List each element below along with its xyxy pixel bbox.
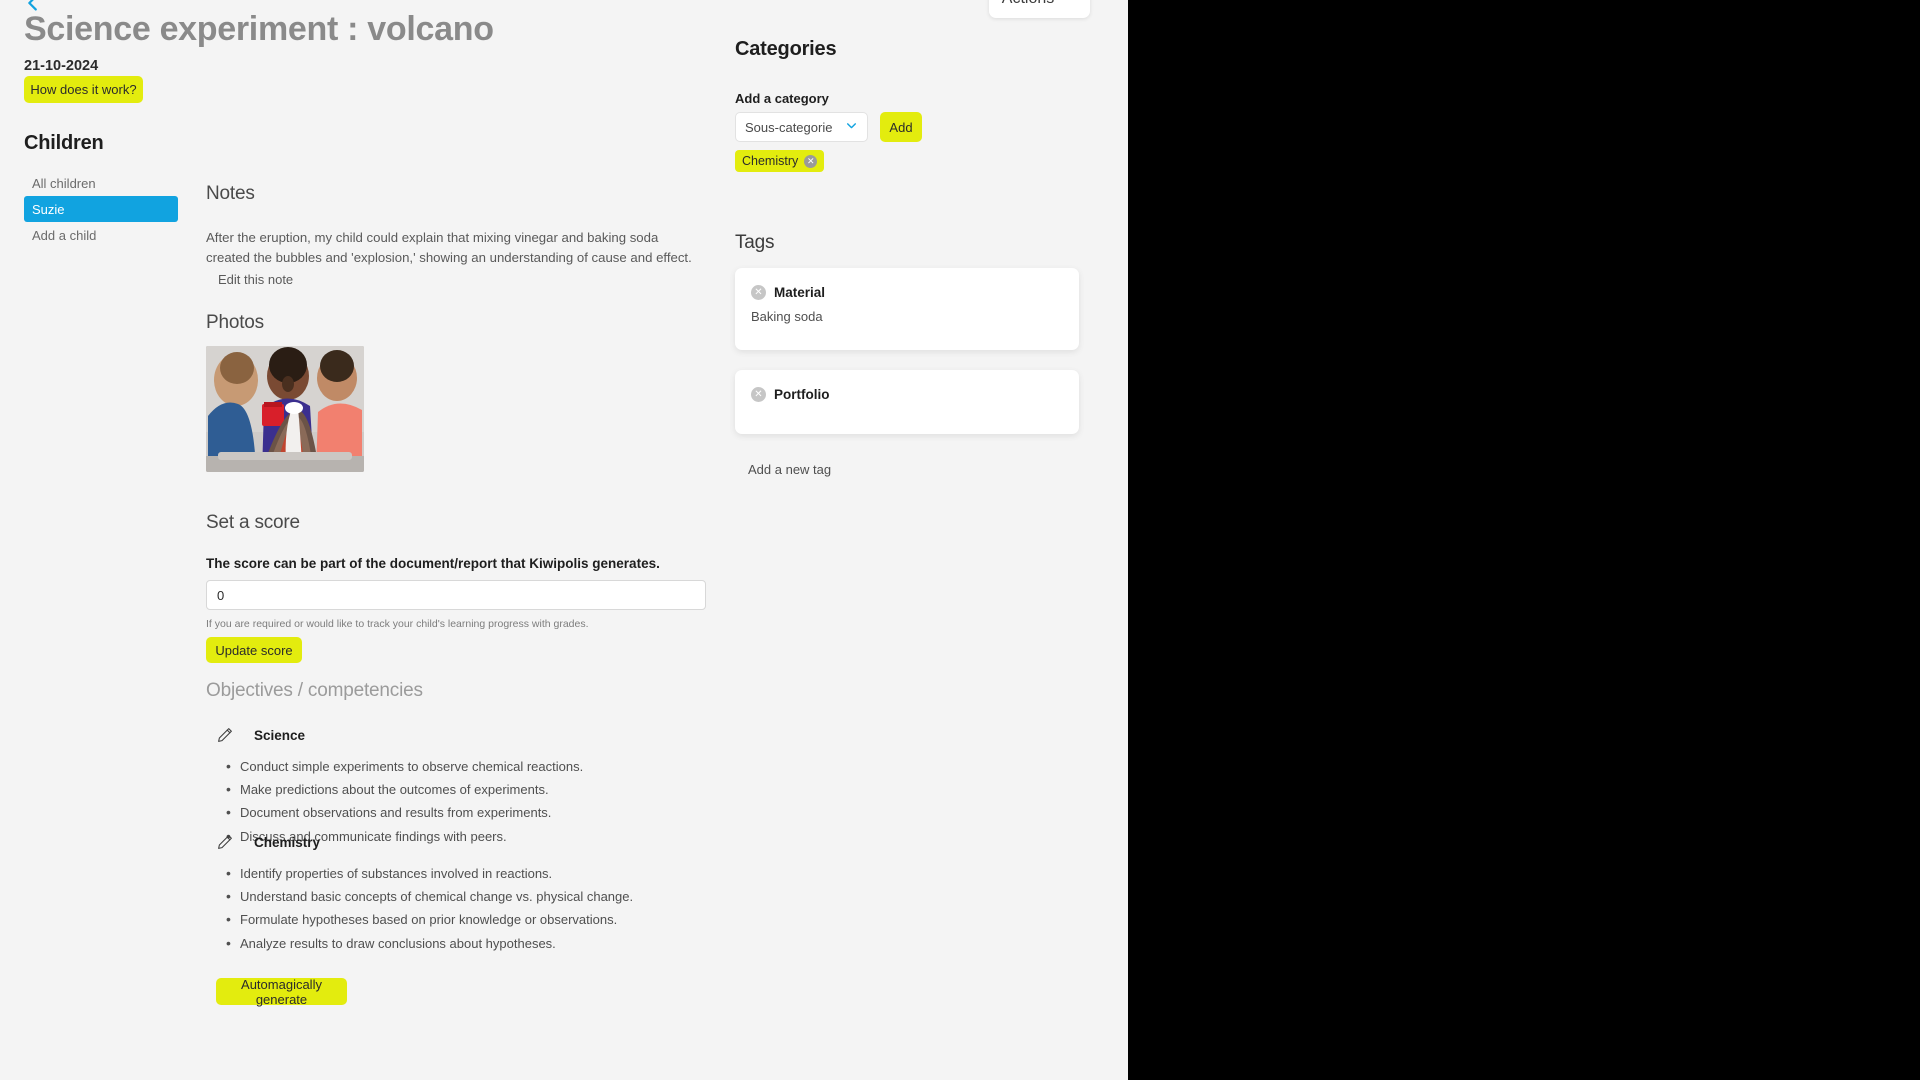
add-new-tag-link[interactable]: Add a new tag (748, 462, 831, 477)
objective-group-title: Science (254, 727, 306, 743)
pencil-icon[interactable] (216, 726, 234, 744)
close-circle-icon[interactable]: ✕ (751, 387, 766, 402)
list-item: Make predictions about the outcomes of e… (226, 780, 706, 800)
sidebar-item-label: Add a child (32, 227, 97, 243)
close-circle-icon[interactable]: ✕ (804, 154, 818, 168)
categories-heading: Categories (735, 38, 837, 60)
chevron-down-icon (1062, 0, 1077, 9)
tag-name: Portfolio (774, 387, 830, 402)
close-circle-icon[interactable]: ✕ (751, 285, 766, 300)
tag-card-header: ✕ Portfolio (751, 387, 1063, 402)
children-heading: Children (24, 132, 104, 154)
objective-group-title: Chemistry (254, 834, 321, 850)
objective-group-header: Chemistry (206, 833, 706, 851)
sidebar-item-label: All children (32, 175, 96, 191)
category-chip-label: Chemistry (742, 154, 799, 168)
objectives-heading: Objectives / competencies (206, 680, 423, 701)
score-label: The score can be part of the document/re… (206, 556, 660, 571)
add-category-row: Sous-categorie Add (735, 112, 922, 142)
add-category-label: Add a category (735, 91, 829, 106)
page-title: Science experiment : volcano (24, 10, 494, 48)
chevron-down-icon (845, 119, 858, 135)
notes-heading: Notes (206, 183, 255, 204)
score-heading: Set a score (206, 512, 300, 533)
children-list: All children Suzie Add a child (24, 170, 178, 248)
category-select[interactable]: Sous-categorie (735, 112, 868, 142)
category-chip-chemistry[interactable]: Chemistry ✕ (735, 150, 825, 172)
sidebar-item-suzie[interactable]: Suzie (24, 196, 178, 222)
objective-group-chemistry: Chemistry Identify properties of substan… (206, 833, 706, 958)
score-input[interactable] (206, 580, 706, 610)
automagically-generate-button[interactable]: Automagically generate (216, 977, 347, 1007)
objective-list: Identify properties of substances involv… (206, 864, 706, 954)
app-root: Actions Science experiment : volcano 21-… (0, 0, 1128, 1080)
tag-card-header: ✕ Material (751, 285, 1063, 300)
list-item: Formulate hypotheses based on prior know… (226, 910, 706, 930)
sidebar-item-label: Suzie (32, 201, 65, 217)
sidebar-item-all-children[interactable]: All children (24, 170, 178, 196)
tag-name: Material (774, 285, 826, 300)
tag-value: Baking soda (751, 309, 823, 324)
pencil-icon[interactable] (216, 833, 234, 851)
page-date: 21-10-2024 (24, 58, 99, 74)
actions-button[interactable]: Actions (989, 0, 1090, 18)
tags-heading: Tags (735, 232, 775, 253)
tag-card-portfolio[interactable]: ✕ Portfolio (735, 370, 1079, 434)
list-item: Conduct simple experiments to observe ch… (226, 757, 706, 777)
list-item: Identify properties of substances involv… (226, 864, 706, 884)
objective-group-header: Science (206, 726, 706, 744)
list-item: Document observations and results from e… (226, 803, 706, 823)
how-does-it-work-button[interactable]: How does it work? (24, 76, 143, 103)
score-help-text: If you are required or would like to tra… (206, 618, 589, 630)
list-item: Analyze results to draw conclusions abou… (226, 934, 706, 954)
tag-card-material[interactable]: ✕ Material Baking soda (735, 268, 1079, 350)
category-select-value: Sous-categorie (745, 119, 833, 135)
notes-body: After the eruption, my child could expla… (206, 230, 692, 266)
update-score-button[interactable]: Update score (206, 637, 302, 663)
add-category-button[interactable]: Add (880, 112, 922, 142)
experiment-photo[interactable] (206, 346, 364, 472)
edit-note-link[interactable]: Edit this note (218, 272, 293, 287)
sidebar-item-add-a-child[interactable]: Add a child (24, 222, 178, 248)
list-item: Understand basic concepts of chemical ch… (226, 887, 706, 907)
actions-button-label: Actions (1002, 0, 1054, 8)
photos-heading: Photos (206, 312, 264, 333)
